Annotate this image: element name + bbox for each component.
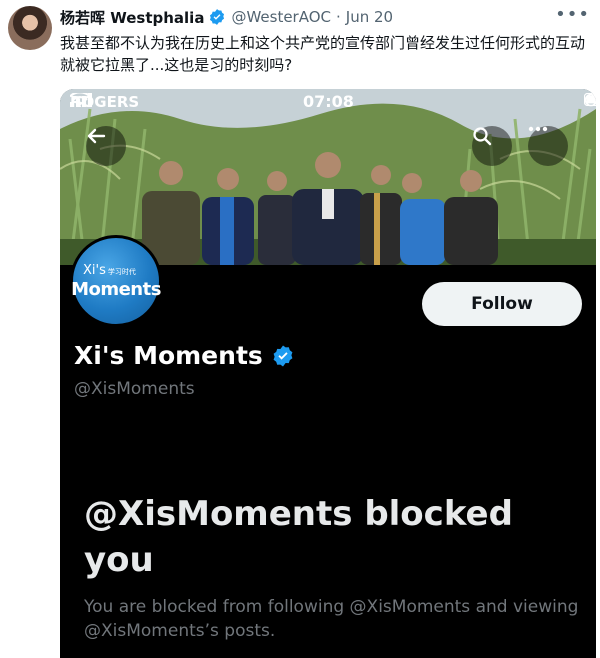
follow-button[interactable]: Follow (422, 282, 582, 326)
back-button[interactable] (86, 126, 126, 166)
embedded-screenshot[interactable]: ROGERS 07:08 Xi's 学习时代 Moments Follow Xi… (60, 89, 596, 658)
search-button[interactable] (472, 126, 512, 166)
blocked-title: @XisMoments blocked you (84, 494, 513, 580)
arrow-left-icon (87, 128, 106, 144)
separator-dot: · (336, 8, 341, 26)
profile-avatar[interactable]: Xi's 学习时代 Moments (70, 235, 162, 327)
author-avatar[interactable] (8, 6, 52, 50)
avatar-logo-top: Xi's 学习时代 (83, 262, 136, 278)
phone-status-bar: ROGERS 07:08 (60, 89, 596, 115)
more-horizontal-icon[interactable]: ••• (555, 4, 590, 25)
profile-handle: @XisMoments (74, 379, 195, 399)
status-time: 07:08 (303, 92, 354, 111)
verified-badge-icon (273, 345, 293, 366)
wifi-icon (70, 93, 90, 106)
avatar-logo-bottom: Moments (71, 278, 161, 300)
search-icon (473, 127, 492, 146)
profile-name: Xi's Moments (74, 341, 263, 370)
author-name[interactable]: 杨若晖 Westphalia (60, 7, 204, 28)
profile-banner: ROGERS 07:08 (60, 89, 596, 265)
profile-name-row: Xi's Moments (74, 341, 295, 370)
avatar-logo-chinese: 学习时代 (107, 267, 136, 276)
battery-icon (584, 93, 596, 106)
tweet-date[interactable]: Jun 20 (346, 8, 393, 26)
blocked-description: You are blocked from following @XisMomen… (84, 597, 579, 641)
verified-badge-icon (210, 9, 225, 25)
tweet-header: 杨若晖 Westphalia @WesterAOC · Jun 20 (60, 6, 393, 28)
banner-photo (60, 89, 596, 265)
more-options-button[interactable] (528, 126, 568, 166)
author-handle[interactable]: @WesterAOC (231, 8, 331, 26)
tweet-text: 我甚至都不认为我在历史上和这个共产党的宣传部门曾经发生过任何形式的互动就被它拉黑… (60, 34, 586, 74)
more-horizontal-icon (528, 126, 548, 132)
